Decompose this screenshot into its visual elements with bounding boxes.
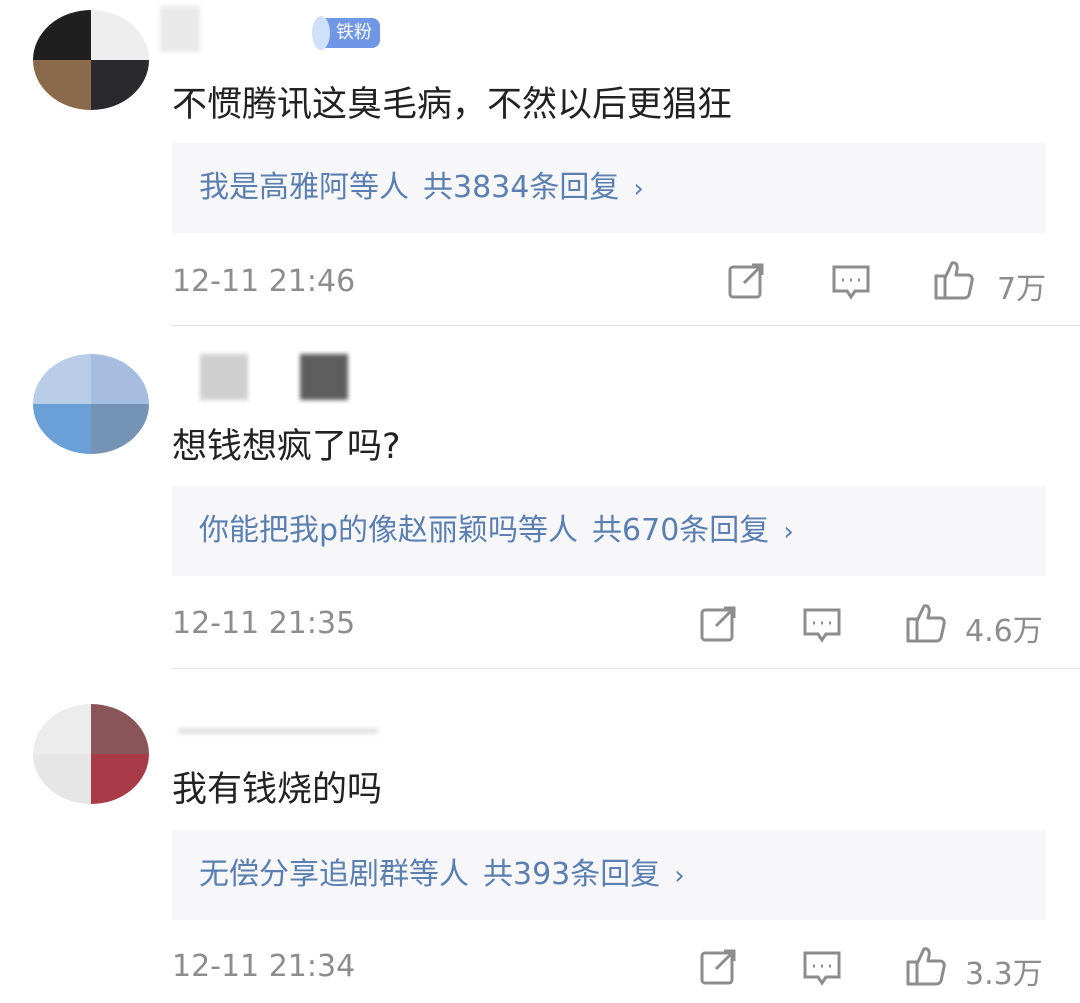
comment-time: 12-11 21:34 [172,949,356,984]
divider [172,668,1080,669]
comment-text: 想钱想疯了吗? [172,427,401,467]
chevron-right-icon: › [674,861,685,891]
like-count: 4.6万 [965,614,1043,649]
share-icon[interactable] [724,259,768,303]
divider [172,325,1080,326]
reply-count: 共3834条回复 [423,170,620,205]
chevron-right-icon: › [783,517,794,547]
reply-names: 我是高雅阿等人 [199,170,409,205]
reply-names: 你能把我p的像赵丽颖吗等人 [199,513,579,548]
comment-icon[interactable] [800,602,844,646]
thumbs-up-icon[interactable] [904,944,948,988]
share-icon[interactable] [696,945,740,989]
comment-icon[interactable] [829,259,873,303]
reply-count: 共393条回复 [483,857,661,892]
like-count: 3.3万 [965,957,1043,992]
comment-time: 12-11 21:35 [172,606,356,641]
reply-summary[interactable]: 你能把我p的像赵丽颖吗等人 共670条回复 › [172,486,1046,576]
username[interactable] [178,728,378,734]
avatar[interactable] [33,10,149,110]
comment-text: 我有钱烧的吗 [172,770,383,810]
reply-summary[interactable]: 我是高雅阿等人 共3834条回复 › [172,143,1046,233]
fan-badge: 铁粉 [312,16,380,50]
username[interactable] [160,6,200,52]
reply-count: 共670条回复 [592,513,770,548]
reply-summary[interactable]: 无偿分享追剧群等人 共393条回复 › [172,830,1046,920]
thumbs-up-icon[interactable] [904,601,948,645]
comment-time: 12-11 21:46 [172,264,356,299]
comment-icon[interactable] [800,945,844,989]
username[interactable] [200,354,248,400]
like-count: 7万 [997,272,1047,307]
fan-badge-label: 铁粉 [336,22,372,43]
avatar[interactable] [33,704,149,804]
comment-text: 不惯腾讯这臭毛病，不然以后更猖狂 [172,85,733,125]
username-suffix [300,354,348,400]
reply-names: 无偿分享追剧群等人 [199,857,469,892]
avatar[interactable] [33,354,149,454]
thumbs-up-icon[interactable] [932,258,976,302]
share-icon[interactable] [696,602,740,646]
chevron-right-icon: › [633,174,644,204]
